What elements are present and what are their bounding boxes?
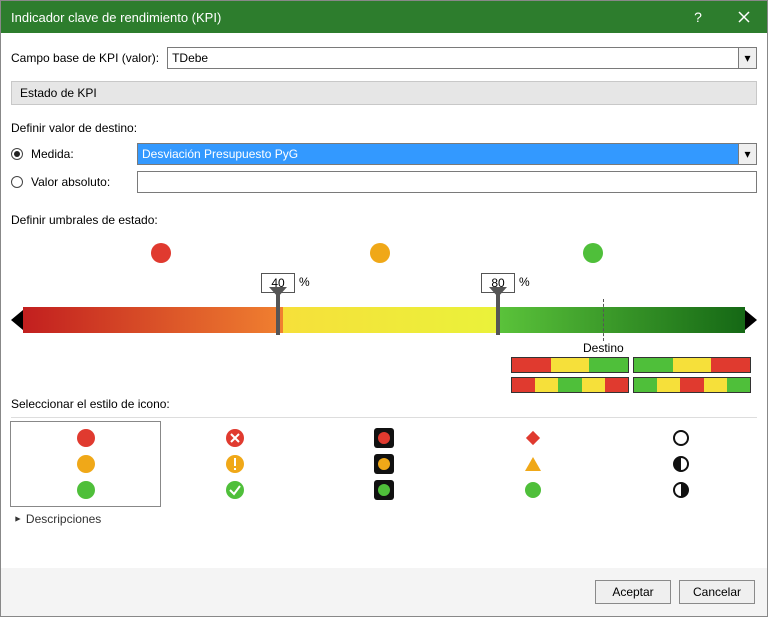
bar-seg-yellow [283,307,500,333]
icon-style-4[interactable] [608,422,757,506]
help-button[interactable]: ? [675,1,721,33]
measure-radio[interactable] [11,148,23,160]
kpi-base-value: TDebe [172,51,208,65]
chevron-down-icon: ▾ [738,144,756,164]
kpi-base-label: Campo base de KPI (valor): [11,51,159,65]
pie-row-2 [672,480,692,500]
threshold-area: % % Destino [11,241,757,391]
chevron-down-icon: ▾ [738,48,756,68]
square-green-icon [374,480,394,500]
bar-seg-green [500,307,745,333]
destino-label: Destino [583,341,624,355]
kpi-base-row: Campo base de KPI (valor): TDebe ▾ [11,47,757,69]
ok-button[interactable]: Aceptar [595,580,671,604]
define-target-label: Definir valor de destino: [11,121,757,135]
thresholds-label: Definir umbrales de estado: [11,213,757,227]
absolute-radio-row: Valor absoluto: [11,171,757,193]
destino-marker [603,299,604,341]
chevron-down-icon: ▼ [12,515,22,524]
absolute-radio-label: Valor absoluto: [31,175,129,189]
absolute-input[interactable] [137,171,757,193]
close-button[interactable] [721,1,767,33]
color-order-gyr[interactable] [633,357,751,373]
square-orange-icon [374,454,394,474]
icon-style-2[interactable] [309,422,458,506]
measure-radio-label: Medida: [31,147,129,161]
pie-row-1 [672,454,692,474]
measure-combo[interactable]: Desviación Presupuesto PyG ▾ [137,143,757,165]
x-circle-icon [225,428,245,448]
close-icon [738,11,750,23]
icon-style-3[interactable] [459,422,608,506]
square-red-icon [374,428,394,448]
measure-radio-row: Medida: Desviación Presupuesto PyG ▾ [11,143,757,165]
status-dot-green [583,243,603,263]
icon-style-0[interactable] [11,422,160,506]
measure-value: Desviación Presupuesto PyG [142,147,298,161]
high-threshold-suffix: % [519,275,530,289]
circle-orange-icon [76,454,96,474]
icon-style-grid [11,417,757,506]
low-threshold-input[interactable] [261,273,295,293]
dialog-footer: Aceptar Cancelar [1,568,767,616]
diamond-red-icon [523,428,543,448]
dialog-body: Campo base de KPI (valor): TDebe ▾ Estad… [1,33,767,568]
status-dot-red [151,243,171,263]
circle-green-icon [76,480,96,500]
icon-style-1[interactable] [160,422,309,506]
threshold-bar[interactable] [23,307,745,333]
descriptions-expander[interactable]: ▼ Descripciones [11,506,757,532]
kpi-dialog: Indicador clave de rendimiento (KPI) ? C… [0,0,768,617]
high-threshold-input[interactable] [481,273,515,293]
titlebar: Indicador clave de rendimiento (KPI) ? [1,1,767,33]
color-order-gryg[interactable] [633,377,751,393]
bar-seg-red [23,307,283,333]
icon-style-label: Seleccionar el estilo de icono: [11,397,757,411]
cancel-button[interactable]: Cancelar [679,580,755,604]
kpi-base-combo[interactable]: TDebe ▾ [167,47,757,69]
pie-row-0 [672,428,692,448]
status-dots-row [41,243,727,267]
low-threshold-suffix: % [299,275,310,289]
descriptions-label: Descripciones [26,512,101,526]
circle-green2-icon [523,480,543,500]
kpi-state-header: Estado de KPI [11,81,757,105]
window-title: Indicador clave de rendimiento (KPI) [11,10,675,25]
triangle-orange-icon [523,454,543,474]
circle-red-icon [76,428,96,448]
alert-circle-icon [225,454,245,474]
color-order-rygr[interactable] [511,377,629,393]
color-order-grid [511,357,751,393]
color-order-ryg[interactable] [511,357,629,373]
check-circle-icon [225,480,245,500]
absolute-radio[interactable] [11,176,23,188]
status-dot-orange [370,243,390,263]
